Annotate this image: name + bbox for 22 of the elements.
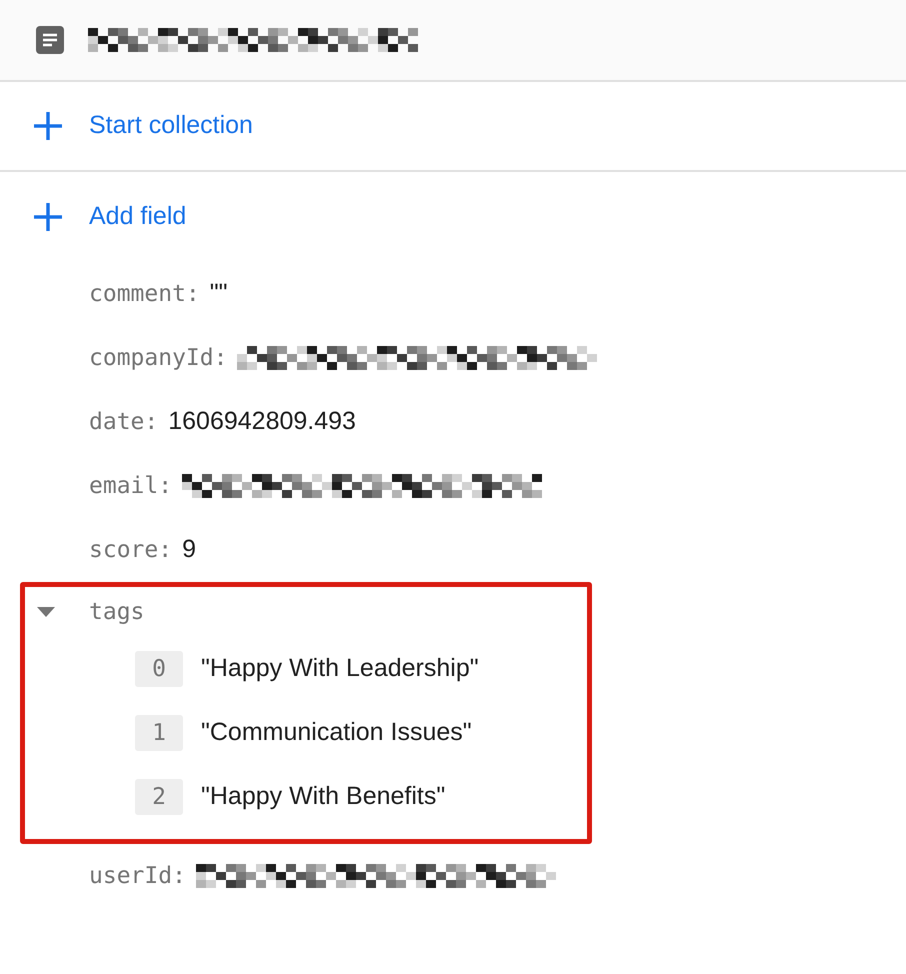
start-collection-button[interactable]: Start collection <box>33 107 253 145</box>
field-name: comment: <box>89 280 200 309</box>
field-name: date: <box>89 408 158 437</box>
field-name: userId: <box>89 862 186 891</box>
field-name: email: <box>89 472 172 501</box>
field-value: 9 <box>182 534 196 566</box>
field-value: "Communication Issues" <box>201 717 472 748</box>
plus-icon <box>33 111 63 141</box>
field-name: score: <box>89 536 172 565</box>
array-index: 1 <box>135 715 183 751</box>
document-icon <box>36 26 64 54</box>
field-name: tags <box>89 598 144 627</box>
field-value: 1606942809.493 <box>168 406 356 438</box>
field-value: "" <box>210 278 228 310</box>
field-value: "Happy With Leadership" <box>201 653 479 684</box>
array-index: 0 <box>135 651 183 687</box>
caret-icon <box>37 607 55 617</box>
field-name: companyId: <box>89 344 228 373</box>
add-field-button[interactable]: Add field <box>33 198 186 236</box>
field-value: "Happy With Benefits" <box>201 781 446 812</box>
array-index: 2 <box>135 779 183 815</box>
plus-icon <box>33 202 63 232</box>
